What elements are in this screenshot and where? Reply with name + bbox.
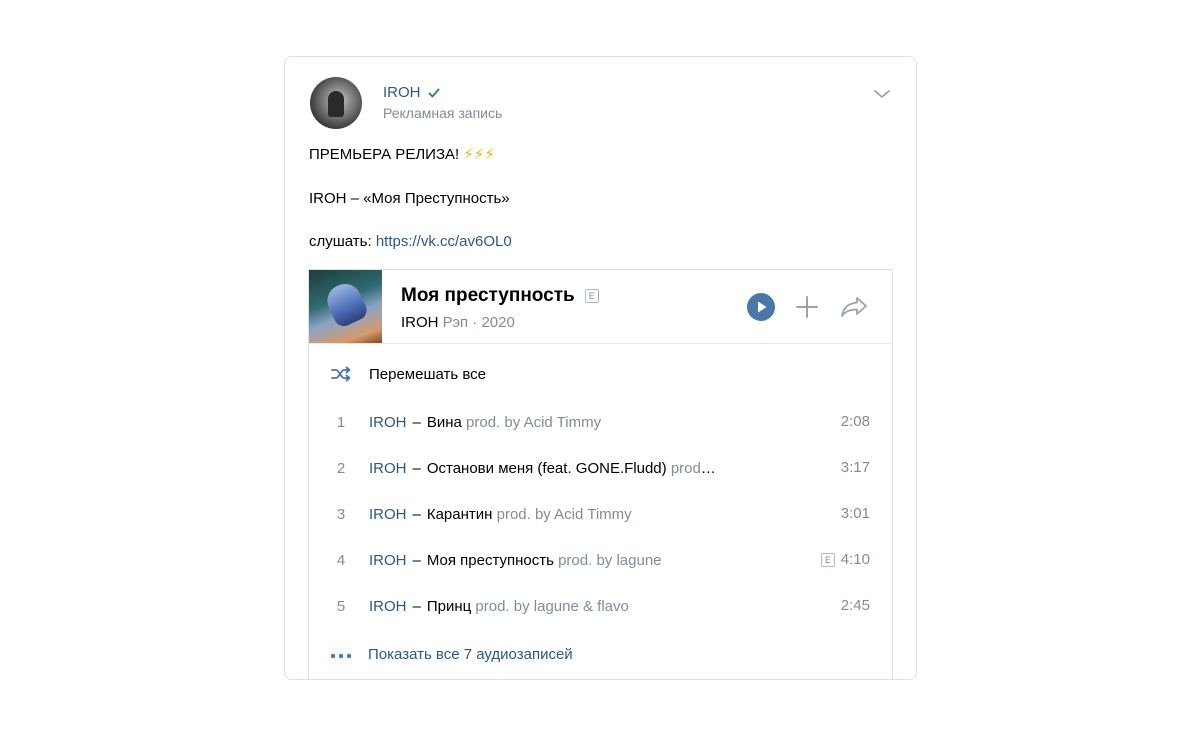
track-duration: 2:45	[840, 597, 870, 614]
playlist-divider	[309, 343, 892, 344]
album-year: 2020	[481, 314, 515, 331]
track-prod: prod. by	[670, 460, 717, 477]
track-duration: 2:08	[840, 413, 870, 430]
track-name[interactable]: Принц	[427, 598, 471, 615]
bolt-emoji: ⚡⚡⚡	[463, 146, 495, 163]
post-text-line-1: ПРЕМЬЕРА РЕЛИЗА! ⚡⚡⚡	[309, 145, 495, 163]
album-cover[interactable]	[309, 270, 382, 343]
track-row[interactable]: 4 IROH – Моя преступность prod. by lagune …	[309, 538, 892, 584]
shuffle-icon[interactable]	[330, 365, 352, 383]
track-dash: –	[412, 598, 421, 615]
album-meta: IROH Рэп · 2020	[401, 314, 515, 331]
post-author[interactable]: IROH	[383, 84, 441, 101]
track-artist[interactable]: IROH	[369, 598, 407, 615]
explicit-badge: E	[821, 553, 835, 567]
verified-icon	[428, 88, 439, 97]
track-title[interactable]: IROH – Моя преступность prod. by lagune	[369, 552, 662, 569]
track-name[interactable]: Моя преступность	[427, 552, 554, 569]
track-title[interactable]: IROH – Вина prod. by Acid Timmy	[369, 414, 601, 431]
track-duration: 4:10	[840, 551, 870, 568]
chevron-down-icon[interactable]	[873, 87, 891, 101]
track-number: 5	[336, 598, 346, 615]
more-dots-icon[interactable]	[330, 653, 352, 659]
playlist-attachment: Моя преступность E IROH Рэп · 2020 Перем…	[308, 269, 893, 679]
track-row[interactable]: 2 IROH – Останови меня (feat. GONE.Fludd) …	[309, 446, 892, 492]
track-prod: prod. by Acid Timmy	[466, 414, 602, 431]
avatar[interactable]	[310, 77, 362, 129]
post-text-line-2: IROH – «Моя Преступность»	[309, 190, 510, 207]
album-genre: Рэп	[442, 314, 469, 331]
track-artist[interactable]: IROH	[369, 506, 407, 523]
album-title[interactable]: Моя преступность	[401, 285, 575, 307]
track-name[interactable]: Карантин	[427, 506, 493, 523]
plus-icon[interactable]	[795, 295, 819, 319]
track-prod: prod. by Acid Timmy	[496, 506, 632, 523]
headline-text: ПРЕМЬЕРА РЕЛИЗА!	[309, 146, 460, 163]
show-all-tracks-link[interactable]: Показать все 7 аудиозаписей	[368, 646, 573, 663]
track-title[interactable]: IROH – Принц prod. by lagune & flavo	[369, 598, 629, 615]
track-dash: –	[412, 460, 421, 477]
explicit-badge: E	[584, 289, 599, 303]
track-dash: –	[412, 414, 421, 431]
shuffle-all-button[interactable]: Перемешать все	[369, 366, 486, 383]
meta-separator: ·	[472, 314, 478, 331]
track-prod: prod. by lagune & flavo	[475, 598, 629, 615]
track-row[interactable]: 1 IROH – Вина prod. by Acid Timmy 2:08	[309, 400, 892, 446]
track-artist[interactable]: IROH	[369, 460, 407, 477]
track-number: 3	[336, 506, 346, 523]
listen-label: слушать:	[309, 233, 372, 250]
track-title[interactable]: IROH – Останови меня (feat. GONE.Fludd) pr…	[369, 460, 717, 477]
track-duration: 3:01	[840, 505, 870, 522]
track-name[interactable]: Останови меня (feat. GONE.Fludd)	[427, 460, 667, 477]
track-title[interactable]: IROH – Карантин prod. by Acid Timmy	[369, 506, 632, 523]
track-number: 4	[336, 552, 346, 569]
track-artist[interactable]: IROH	[369, 414, 407, 431]
track-prod: prod. by lagune	[558, 552, 662, 569]
track-duration: 3:17	[840, 459, 870, 476]
album-title-row[interactable]: Моя преступность E	[401, 285, 599, 307]
track-row[interactable]: 5 IROH – Принц prod. by lagune & flavo 2:4…	[309, 584, 892, 630]
author-name[interactable]: IROH	[383, 84, 421, 101]
album-artist[interactable]: IROH	[401, 314, 439, 331]
track-name[interactable]: Вина	[427, 414, 462, 431]
track-row[interactable]: 3 IROH – Карантин prod. by Acid Timmy 3:01	[309, 492, 892, 538]
post-text-line-3: слушать: https://vk.cc/av6OL0	[309, 233, 512, 250]
listen-link[interactable]: https://vk.cc/av6OL0	[376, 233, 512, 250]
track-number: 1	[336, 414, 346, 431]
share-icon[interactable]	[839, 295, 869, 319]
post-subtitle: Рекламная запись	[383, 105, 503, 121]
track-number: 2	[336, 460, 346, 477]
track-dash: –	[412, 506, 421, 523]
track-artist[interactable]: IROH	[369, 552, 407, 569]
post-card: IROH Рекламная запись ПРЕМЬЕРА РЕЛИЗА! ⚡⚡…	[284, 56, 917, 680]
play-icon[interactable]	[747, 293, 775, 321]
track-dash: –	[412, 552, 421, 569]
